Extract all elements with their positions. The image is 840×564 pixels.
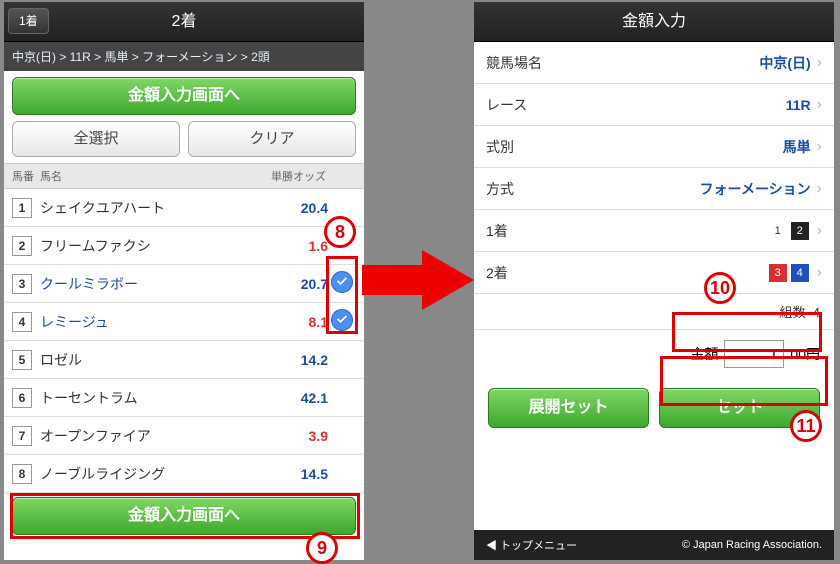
right-screen: 金額入力 競馬場名 中京(日) › レース 11R › 式別 馬単 › 方式 フ… bbox=[474, 2, 834, 560]
copyright: © Japan Racing Association. bbox=[682, 539, 822, 551]
row-method[interactable]: 方式 フォーメーション › bbox=[474, 168, 834, 210]
horse-row[interactable]: 3 クールミラボー 20.7 bbox=[4, 265, 364, 303]
chevron-right-icon: › bbox=[817, 96, 822, 114]
horse-odds: 3.9 bbox=[268, 428, 328, 444]
chevron-right-icon: › bbox=[817, 222, 822, 240]
titlebar-right: 金額入力 bbox=[474, 2, 834, 42]
horse-name: トーセントラム bbox=[40, 388, 268, 408]
chevron-right-icon: › bbox=[817, 138, 822, 156]
left-screen: 1着 2着 中京(日) > 11R > 馬単 > フォーメーション > 2頭 金… bbox=[4, 2, 364, 560]
horse-name: オープンファイア bbox=[40, 426, 268, 446]
horse-name: ロゼル bbox=[40, 350, 268, 370]
check-icon bbox=[331, 271, 353, 293]
horse-number: 1 bbox=[12, 198, 32, 218]
horse-number: 3 bbox=[12, 274, 32, 294]
horse-number: 5 bbox=[12, 350, 32, 370]
horse-check[interactable] bbox=[328, 271, 356, 296]
row-type[interactable]: 式別 馬単 › bbox=[474, 126, 834, 168]
horse-odds: 42.1 bbox=[268, 390, 328, 406]
horse-number: 7 bbox=[12, 426, 32, 446]
horse-row[interactable]: 7 オープンファイア 3.9 bbox=[4, 417, 364, 455]
horse-name: クールミラボー bbox=[40, 274, 268, 294]
horse-number: 2 bbox=[12, 236, 32, 256]
row-venue[interactable]: 競馬場名 中京(日) › bbox=[474, 42, 834, 84]
horse-odds: 14.2 bbox=[268, 352, 328, 368]
horse-chip: 2 bbox=[791, 222, 809, 240]
horse-name: シェイクユアハート bbox=[40, 198, 268, 218]
horse-number: 8 bbox=[12, 464, 32, 484]
footer: ◀ トップメニュー © Japan Racing Association. bbox=[474, 530, 834, 560]
title-right: 金額入力 bbox=[622, 13, 686, 30]
horse-odds: 1.6 bbox=[268, 238, 328, 254]
horse-odds: 14.5 bbox=[268, 466, 328, 482]
select-all-button[interactable]: 全選択 bbox=[12, 121, 180, 157]
annotation-10: 10 bbox=[704, 272, 736, 304]
check-icon bbox=[331, 309, 353, 331]
horse-check[interactable] bbox=[328, 309, 356, 334]
row-pos2[interactable]: 2着 34 › bbox=[474, 252, 834, 294]
horse-odds: 20.4 bbox=[268, 200, 328, 216]
horse-name: レミージュ bbox=[40, 312, 268, 332]
go-amount-button-top[interactable]: 金額入力画面へ bbox=[12, 77, 356, 115]
amount-row: 金額 00円 bbox=[474, 330, 834, 378]
row-pos1[interactable]: 1着 12 › bbox=[474, 210, 834, 252]
annotation-8: 8 bbox=[324, 216, 356, 248]
chevron-right-icon: › bbox=[817, 264, 822, 282]
chevron-right-icon: › bbox=[817, 180, 822, 198]
expand-set-button[interactable]: 展開セット bbox=[488, 388, 649, 428]
top-menu-link[interactable]: ◀ トップメニュー bbox=[486, 537, 577, 553]
horse-chip: 4 bbox=[791, 264, 809, 282]
horse-odds: 20.7 bbox=[268, 276, 328, 292]
horse-row[interactable]: 8 ノーブルライジング 14.5 bbox=[4, 455, 364, 493]
horse-row[interactable]: 5 ロゼル 14.2 bbox=[4, 341, 364, 379]
arrow-icon bbox=[362, 250, 474, 310]
title-left: 2着 bbox=[172, 13, 197, 30]
annotation-9: 9 bbox=[306, 532, 338, 564]
breadcrumb: 中京(日) > 11R > 馬単 > フォーメーション > 2頭 bbox=[4, 42, 364, 71]
combo-count: 組数 4 bbox=[474, 294, 834, 330]
horse-chip: 1 bbox=[769, 222, 787, 240]
horse-name: ノーブルライジング bbox=[40, 464, 268, 484]
horse-row[interactable]: 4 レミージュ 8.1 bbox=[4, 303, 364, 341]
amount-input[interactable] bbox=[724, 340, 784, 368]
horse-number: 4 bbox=[12, 312, 32, 332]
horse-row[interactable]: 1 シェイクユアハート 20.4 bbox=[4, 189, 364, 227]
chevron-right-icon: › bbox=[817, 54, 822, 72]
horse-name: フリームファクシ bbox=[40, 236, 268, 256]
clear-button[interactable]: クリア bbox=[188, 121, 356, 157]
back-tab-button[interactable]: 1着 bbox=[8, 8, 49, 34]
horse-row[interactable]: 6 トーセントラム 42.1 bbox=[4, 379, 364, 417]
table-header: 馬番 馬名 単勝オッズ bbox=[4, 163, 364, 189]
row-race[interactable]: レース 11R › bbox=[474, 84, 834, 126]
go-amount-button-bottom[interactable]: 金額入力画面へ bbox=[12, 497, 356, 535]
horse-row[interactable]: 2 フリームファクシ 1.6 bbox=[4, 227, 364, 265]
horse-list: 1 シェイクユアハート 20.4 2 フリームファクシ 1.6 3 クールミラボ… bbox=[4, 189, 364, 493]
annotation-11: 11 bbox=[790, 410, 822, 442]
horse-number: 6 bbox=[12, 388, 32, 408]
horse-chip: 3 bbox=[769, 264, 787, 282]
titlebar-left: 1着 2着 bbox=[4, 2, 364, 42]
horse-odds: 8.1 bbox=[268, 314, 328, 330]
